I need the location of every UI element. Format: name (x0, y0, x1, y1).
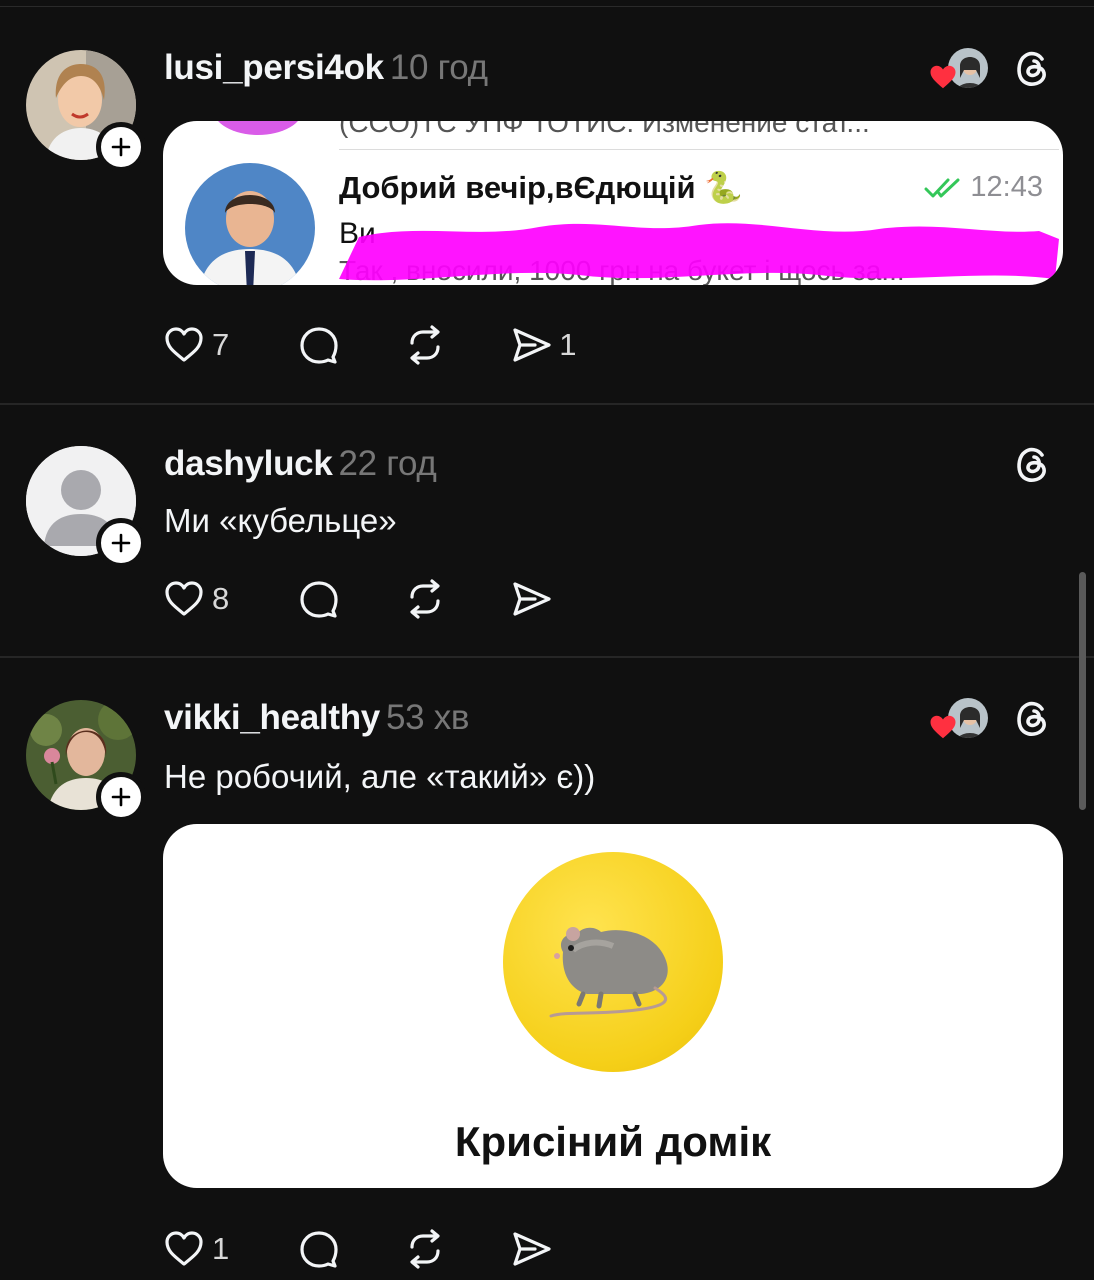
post-text: Ми «кубельце» (164, 502, 397, 539)
share-button[interactable] (509, 1227, 553, 1271)
plus-icon (111, 137, 131, 157)
username[interactable]: dashyluck 22 год (164, 444, 437, 484)
plus-icon (111, 533, 131, 553)
post-divider (0, 656, 1094, 658)
username-text[interactable]: dashyluck (164, 444, 333, 483)
heart-icon (165, 327, 203, 362)
check-icon (924, 178, 960, 197)
embedded-chat-screenshot[interactable]: (ССО)ТС УПФ ТОТИС: Изменение стат... Доб… (163, 121, 1063, 285)
repost-icon (410, 1229, 440, 1269)
plus-icon (111, 787, 131, 807)
top-divider (0, 6, 1094, 7)
post-time: 22 год (338, 444, 437, 483)
repost-button[interactable] (403, 577, 447, 621)
like-button[interactable]: 8 (162, 577, 229, 621)
username[interactable]: lusi_persi4ok 10 год (164, 48, 488, 88)
heart-icon (165, 581, 203, 616)
comment-icon (300, 1231, 338, 1268)
group-title: Крисіний домік (454, 1118, 772, 1165)
username-text[interactable]: lusi_persi4ok (164, 48, 384, 87)
like-count: 1 (212, 1231, 230, 1266)
pink-scribble-overlay (339, 223, 1059, 281)
username-text[interactable]: vikki_healthy (164, 698, 380, 737)
comment-button[interactable] (297, 1227, 341, 1271)
chat-avatar (185, 163, 315, 285)
like-count: 7 (212, 327, 230, 362)
share-icon (513, 328, 551, 362)
follow-plus-button[interactable] (96, 122, 146, 172)
post-time: 10 год (389, 48, 488, 87)
threads-icon[interactable] (1010, 46, 1054, 90)
like-count: 8 (212, 581, 230, 616)
comment-icon (300, 327, 338, 364)
heart-icon (165, 1231, 203, 1266)
post-text: Не робочий, але «такий» є)) (164, 758, 596, 795)
share-button[interactable] (509, 577, 553, 621)
post-actions: 7 1 (162, 322, 639, 368)
like-button[interactable]: 7 (162, 323, 229, 367)
rat-icon (549, 927, 668, 1018)
chat-title: Добрий вечір,вЄдющій 🐍 (339, 170, 743, 205)
heart-icon (930, 715, 956, 739)
comment-button[interactable] (297, 577, 341, 621)
chat-avatar-top (213, 121, 303, 135)
repost-button[interactable] (403, 1227, 447, 1271)
share-icon (513, 582, 551, 616)
repost-icon (410, 325, 440, 365)
threads-icon[interactable] (1010, 696, 1054, 740)
group-avatar: 🐀 (503, 852, 723, 1072)
share-button[interactable]: 1 (509, 323, 577, 367)
scrollbar[interactable] (1079, 572, 1086, 810)
liked-by-indicator[interactable] (928, 696, 990, 742)
chat-separator (339, 149, 1059, 150)
liked-by-indicator[interactable] (928, 46, 990, 92)
chat-time-group: 12:43 (924, 171, 1043, 204)
username[interactable]: vikki_healthy 53 хв (164, 698, 470, 738)
share-icon (513, 1232, 551, 1266)
threads-icon[interactable] (1010, 442, 1054, 486)
post-divider (0, 403, 1094, 405)
post-actions: 1 (162, 1226, 615, 1272)
comment-button[interactable] (297, 323, 341, 367)
repost-icon (410, 579, 440, 619)
repost-button[interactable] (403, 323, 447, 367)
follow-plus-button[interactable] (96, 518, 146, 568)
post-time: 53 хв (385, 698, 470, 737)
comment-icon (300, 581, 338, 618)
like-button[interactable]: 1 (162, 1227, 229, 1271)
chat-time: 12:43 (970, 171, 1043, 203)
heart-icon (930, 65, 956, 89)
embedded-group-card[interactable]: 🐀 Крисіний домік (163, 824, 1063, 1188)
share-count: 1 (559, 327, 577, 362)
follow-plus-button[interactable] (96, 772, 146, 822)
chat-top-snippet: (ССО)ТС УПФ ТОТИС: Изменение стат... (339, 121, 870, 138)
post-actions: 8 (162, 576, 615, 622)
